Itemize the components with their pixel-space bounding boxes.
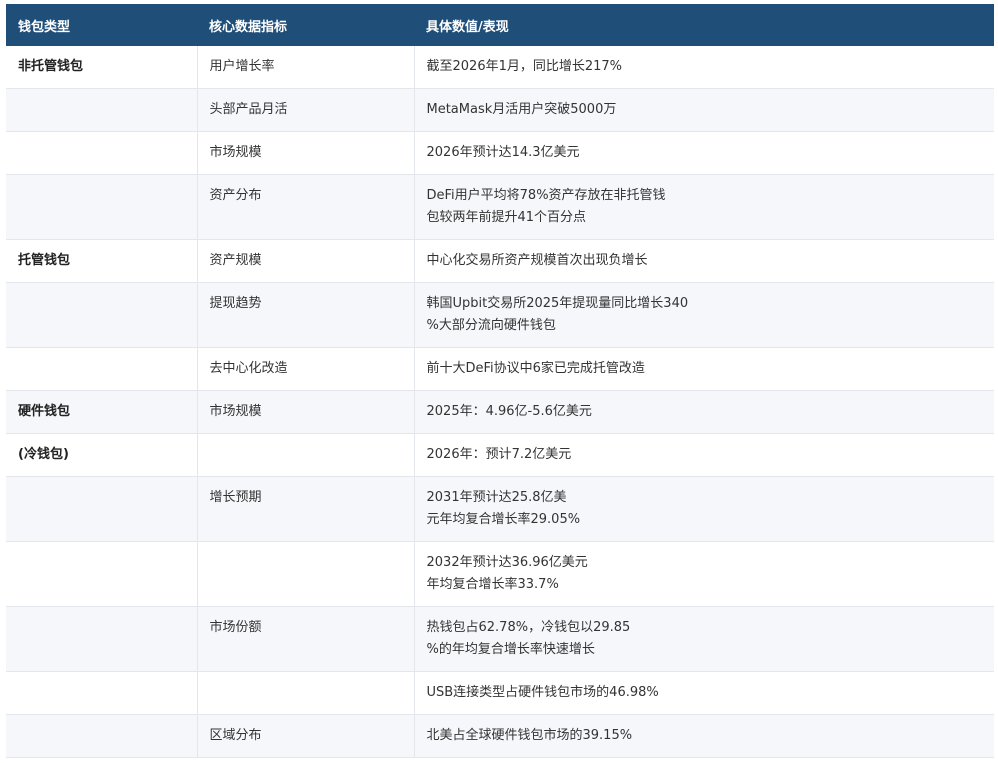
cell-metric: 区域分布 <box>197 714 415 758</box>
cell-value: 2026年预计达14.3亿美元 <box>414 131 994 175</box>
cell-value: 2032年预计达36.96亿美元 年均复合增长率33.7% <box>414 541 994 607</box>
cell-value: 前十大DeFi协议中6家已完成托管改造 <box>414 347 994 391</box>
cell-metric: 增长预期 <box>197 476 415 542</box>
cell-metric: 市场份额 <box>197 606 415 672</box>
cell-wallet-type <box>6 476 198 542</box>
cell-wallet-type <box>6 714 198 758</box>
cell-wallet-type <box>6 606 198 672</box>
table-row: 资产分布 DeFi用户平均将78%资产存放在非托管钱 包较两年前提升41个百分点 <box>6 174 994 240</box>
cell-wallet-type <box>6 671 198 715</box>
cell-value: 2026年：预计7.2亿美元 <box>414 433 994 477</box>
header-row: 钱包类型 核心数据指标 具体数值/表现 <box>6 4 994 46</box>
table-row: 提现趋势 韩国Upbit交易所2025年提现量同比增长340 %大部分流向硬件钱… <box>6 282 994 348</box>
cell-wallet-type <box>6 541 198 607</box>
cell-metric: 市场规模 <box>197 390 415 434</box>
cell-value: 北美占全球硬件钱包市场的39.15% <box>414 714 994 758</box>
wallet-data-table: 钱包类型 核心数据指标 具体数值/表现 非托管钱包 用户增长率 截至2026年1… <box>6 4 994 758</box>
table-row: 硬件钱包 市场规模 2025年：4.96亿-5.6亿美元 <box>6 390 994 434</box>
cell-value: 热钱包占62.78%，冷钱包以29.85 %的年均复合增长率快速增长 <box>414 606 994 672</box>
cell-value: 截至2026年1月，同比增长217% <box>414 46 994 89</box>
cell-value: 中心化交易所资产规模首次出现负增长 <box>414 239 994 283</box>
cell-metric: 头部产品月活 <box>197 88 415 132</box>
table-row: 托管钱包 资产规模 中心化交易所资产规模首次出现负增长 <box>6 239 994 283</box>
cell-wallet-type: 托管钱包 <box>6 239 198 283</box>
cell-wallet-type: 硬件钱包 <box>6 390 198 434</box>
cell-wallet-type <box>6 88 198 132</box>
cell-wallet-type: 非托管钱包 <box>6 46 198 89</box>
cell-value: 2031年预计达25.8亿美 元年均复合增长率29.05% <box>414 476 994 542</box>
table-row: 市场份额 热钱包占62.78%，冷钱包以29.85 %的年均复合增长率快速增长 <box>6 606 994 672</box>
cell-value: DeFi用户平均将78%资产存放在非托管钱 包较两年前提升41个百分点 <box>414 174 994 240</box>
table-body: 非托管钱包 用户增长率 截至2026年1月，同比增长217% 头部产品月活 Me… <box>6 46 994 758</box>
data-table-container: 钱包类型 核心数据指标 具体数值/表现 非托管钱包 用户增长率 截至2026年1… <box>6 4 994 758</box>
table-row: 市场规模 2026年预计达14.3亿美元 <box>6 131 994 175</box>
header-specific-value: 具体数值/表现 <box>414 4 994 46</box>
header-wallet-type: 钱包类型 <box>6 4 197 46</box>
table-row: 增长预期 2031年预计达25.8亿美 元年均复合增长率29.05% <box>6 476 994 542</box>
table-row: 非托管钱包 用户增长率 截至2026年1月，同比增长217% <box>6 46 994 89</box>
cell-value: 2025年：4.96亿-5.6亿美元 <box>414 390 994 434</box>
cell-metric: 去中心化改造 <box>197 347 415 391</box>
header-core-metric: 核心数据指标 <box>197 4 414 46</box>
cell-metric: 资产分布 <box>197 174 415 240</box>
cell-metric <box>197 671 415 715</box>
cell-wallet-type <box>6 282 198 348</box>
cell-wallet-type: (冷钱包) <box>6 433 198 477</box>
cell-value: USB连接类型占硬件钱包市场的46.98% <box>414 671 994 715</box>
cell-metric: 用户增长率 <box>197 46 415 89</box>
cell-value: MetaMask月活用户突破5000万 <box>414 88 994 132</box>
table-row: USB连接类型占硬件钱包市场的46.98% <box>6 671 994 715</box>
cell-metric <box>197 541 415 607</box>
table-row: 区域分布 北美占全球硬件钱包市场的39.15% <box>6 714 994 758</box>
table-row: (冷钱包) 2026年：预计7.2亿美元 <box>6 433 994 477</box>
cell-metric <box>197 433 415 477</box>
table-row: 2032年预计达36.96亿美元 年均复合增长率33.7% <box>6 541 994 607</box>
table-header: 钱包类型 核心数据指标 具体数值/表现 <box>6 4 994 46</box>
cell-metric: 提现趋势 <box>197 282 415 348</box>
cell-metric: 市场规模 <box>197 131 415 175</box>
table-row: 去中心化改造 前十大DeFi协议中6家已完成托管改造 <box>6 347 994 391</box>
cell-wallet-type <box>6 131 198 175</box>
cell-wallet-type <box>6 174 198 240</box>
cell-wallet-type <box>6 347 198 391</box>
cell-metric: 资产规模 <box>197 239 415 283</box>
table-row: 头部产品月活 MetaMask月活用户突破5000万 <box>6 88 994 132</box>
cell-value: 韩国Upbit交易所2025年提现量同比增长340 %大部分流向硬件钱包 <box>414 282 994 348</box>
